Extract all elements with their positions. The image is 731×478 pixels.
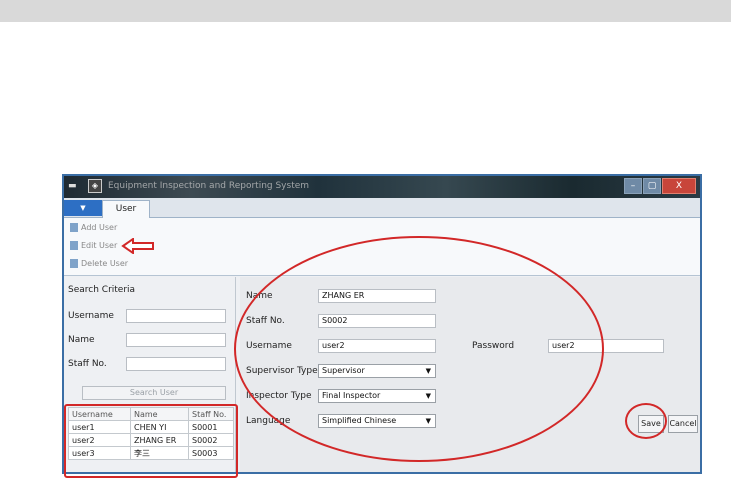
cancel-button[interactable]: Cancel [668, 415, 698, 433]
save-button[interactable]: Save [638, 415, 664, 433]
cell-username: user3 [68, 446, 131, 460]
system-menu-icon[interactable]: ▬ [68, 181, 77, 191]
chevron-down-icon: ▼ [425, 367, 431, 375]
close-button[interactable]: X [662, 178, 696, 194]
search-criteria-heading: Search Criteria [68, 285, 136, 295]
cell-name: CHEN YI [130, 420, 189, 434]
tab-row: ▼ User Setup [64, 198, 700, 230]
username-input[interactable]: user2 [318, 339, 436, 353]
user-detail-panel: Name ZHANG ER Staff No. S0002 Username u… [240, 277, 700, 472]
inspector-type-value: Final Inspector [322, 391, 381, 400]
add-user-button[interactable]: Add User [70, 223, 117, 232]
annotation-arrow-icon [121, 238, 154, 254]
language-label: Language [246, 416, 291, 426]
cell-name: ZHANG ER [130, 433, 189, 447]
staff-no-label: Staff No. [246, 316, 285, 326]
ribbon: Add User Edit User Delete User [64, 218, 700, 276]
search-username-label: Username [68, 311, 114, 321]
supervisor-type-label: Supervisor Type [246, 366, 318, 376]
title-bar: ▬ ◈ Equipment Inspection and Reporting S… [64, 176, 700, 198]
page-top-bar [0, 0, 731, 22]
table-row[interactable]: user3 李三 S0003 [68, 446, 234, 460]
username-label: Username [246, 341, 292, 351]
table-row[interactable]: user2 ZHANG ER S0002 [68, 433, 234, 447]
password-input[interactable]: user2 [548, 339, 664, 353]
app-window: ▬ ◈ Equipment Inspection and Reporting S… [62, 174, 702, 474]
edit-user-button[interactable]: Edit User [70, 241, 117, 250]
delete-user-button[interactable]: Delete User [70, 259, 128, 268]
cell-staff-no: S0003 [188, 446, 234, 460]
search-username-input[interactable] [126, 309, 226, 323]
cell-staff-no: S0002 [188, 433, 234, 447]
user-icon [70, 259, 78, 268]
maximize-button[interactable]: ▢ [643, 178, 661, 194]
name-input[interactable]: ZHANG ER [318, 289, 436, 303]
app-icon: ◈ [88, 179, 102, 193]
supervisor-type-value: Supervisor [322, 366, 365, 375]
column-header-staff-no[interactable]: Staff No. [188, 407, 234, 421]
cell-staff-no: S0001 [188, 420, 234, 434]
column-header-username[interactable]: Username [68, 407, 131, 421]
app-menu-button[interactable]: ▼ [64, 200, 102, 216]
edit-user-label: Edit User [81, 241, 118, 250]
chevron-down-icon: ▼ [425, 417, 431, 425]
staff-no-input[interactable]: S0002 [318, 314, 436, 328]
chevron-down-icon: ▼ [425, 392, 431, 400]
table-header-row: Username Name Staff No. [68, 407, 234, 421]
supervisor-type-select[interactable]: Supervisor ▼ [318, 364, 436, 378]
delete-user-label: Delete User [81, 259, 129, 268]
user-icon [70, 223, 78, 232]
search-name-label: Name [68, 335, 95, 345]
cell-username: user2 [68, 433, 131, 447]
search-user-button[interactable]: Search User [82, 386, 226, 400]
search-panel: Search Criteria Username Name Staff No. … [64, 277, 236, 472]
tab-user-setup[interactable]: User Setup [102, 200, 150, 230]
search-name-input[interactable] [126, 333, 226, 347]
search-staff-no-label: Staff No. [68, 359, 107, 369]
name-label: Name [246, 291, 273, 301]
language-value: Simplified Chinese [322, 416, 397, 425]
add-user-label: Add User [81, 223, 118, 232]
inspector-type-label: Inspector Type [246, 391, 312, 401]
minimize-button[interactable]: – [624, 178, 642, 194]
users-table: Username Name Staff No. user1 CHEN YI S0… [68, 407, 234, 460]
search-staff-no-input[interactable] [126, 357, 226, 371]
cell-username: user1 [68, 420, 131, 434]
language-select[interactable]: Simplified Chinese ▼ [318, 414, 436, 428]
table-row[interactable]: user1 CHEN YI S0001 [68, 420, 234, 434]
inspector-type-select[interactable]: Final Inspector ▼ [318, 389, 436, 403]
column-header-name[interactable]: Name [130, 407, 189, 421]
user-icon [70, 241, 78, 250]
password-label: Password [472, 341, 515, 351]
cell-name: 李三 [130, 446, 189, 460]
window-title: Equipment Inspection and Reporting Syste… [108, 181, 310, 191]
